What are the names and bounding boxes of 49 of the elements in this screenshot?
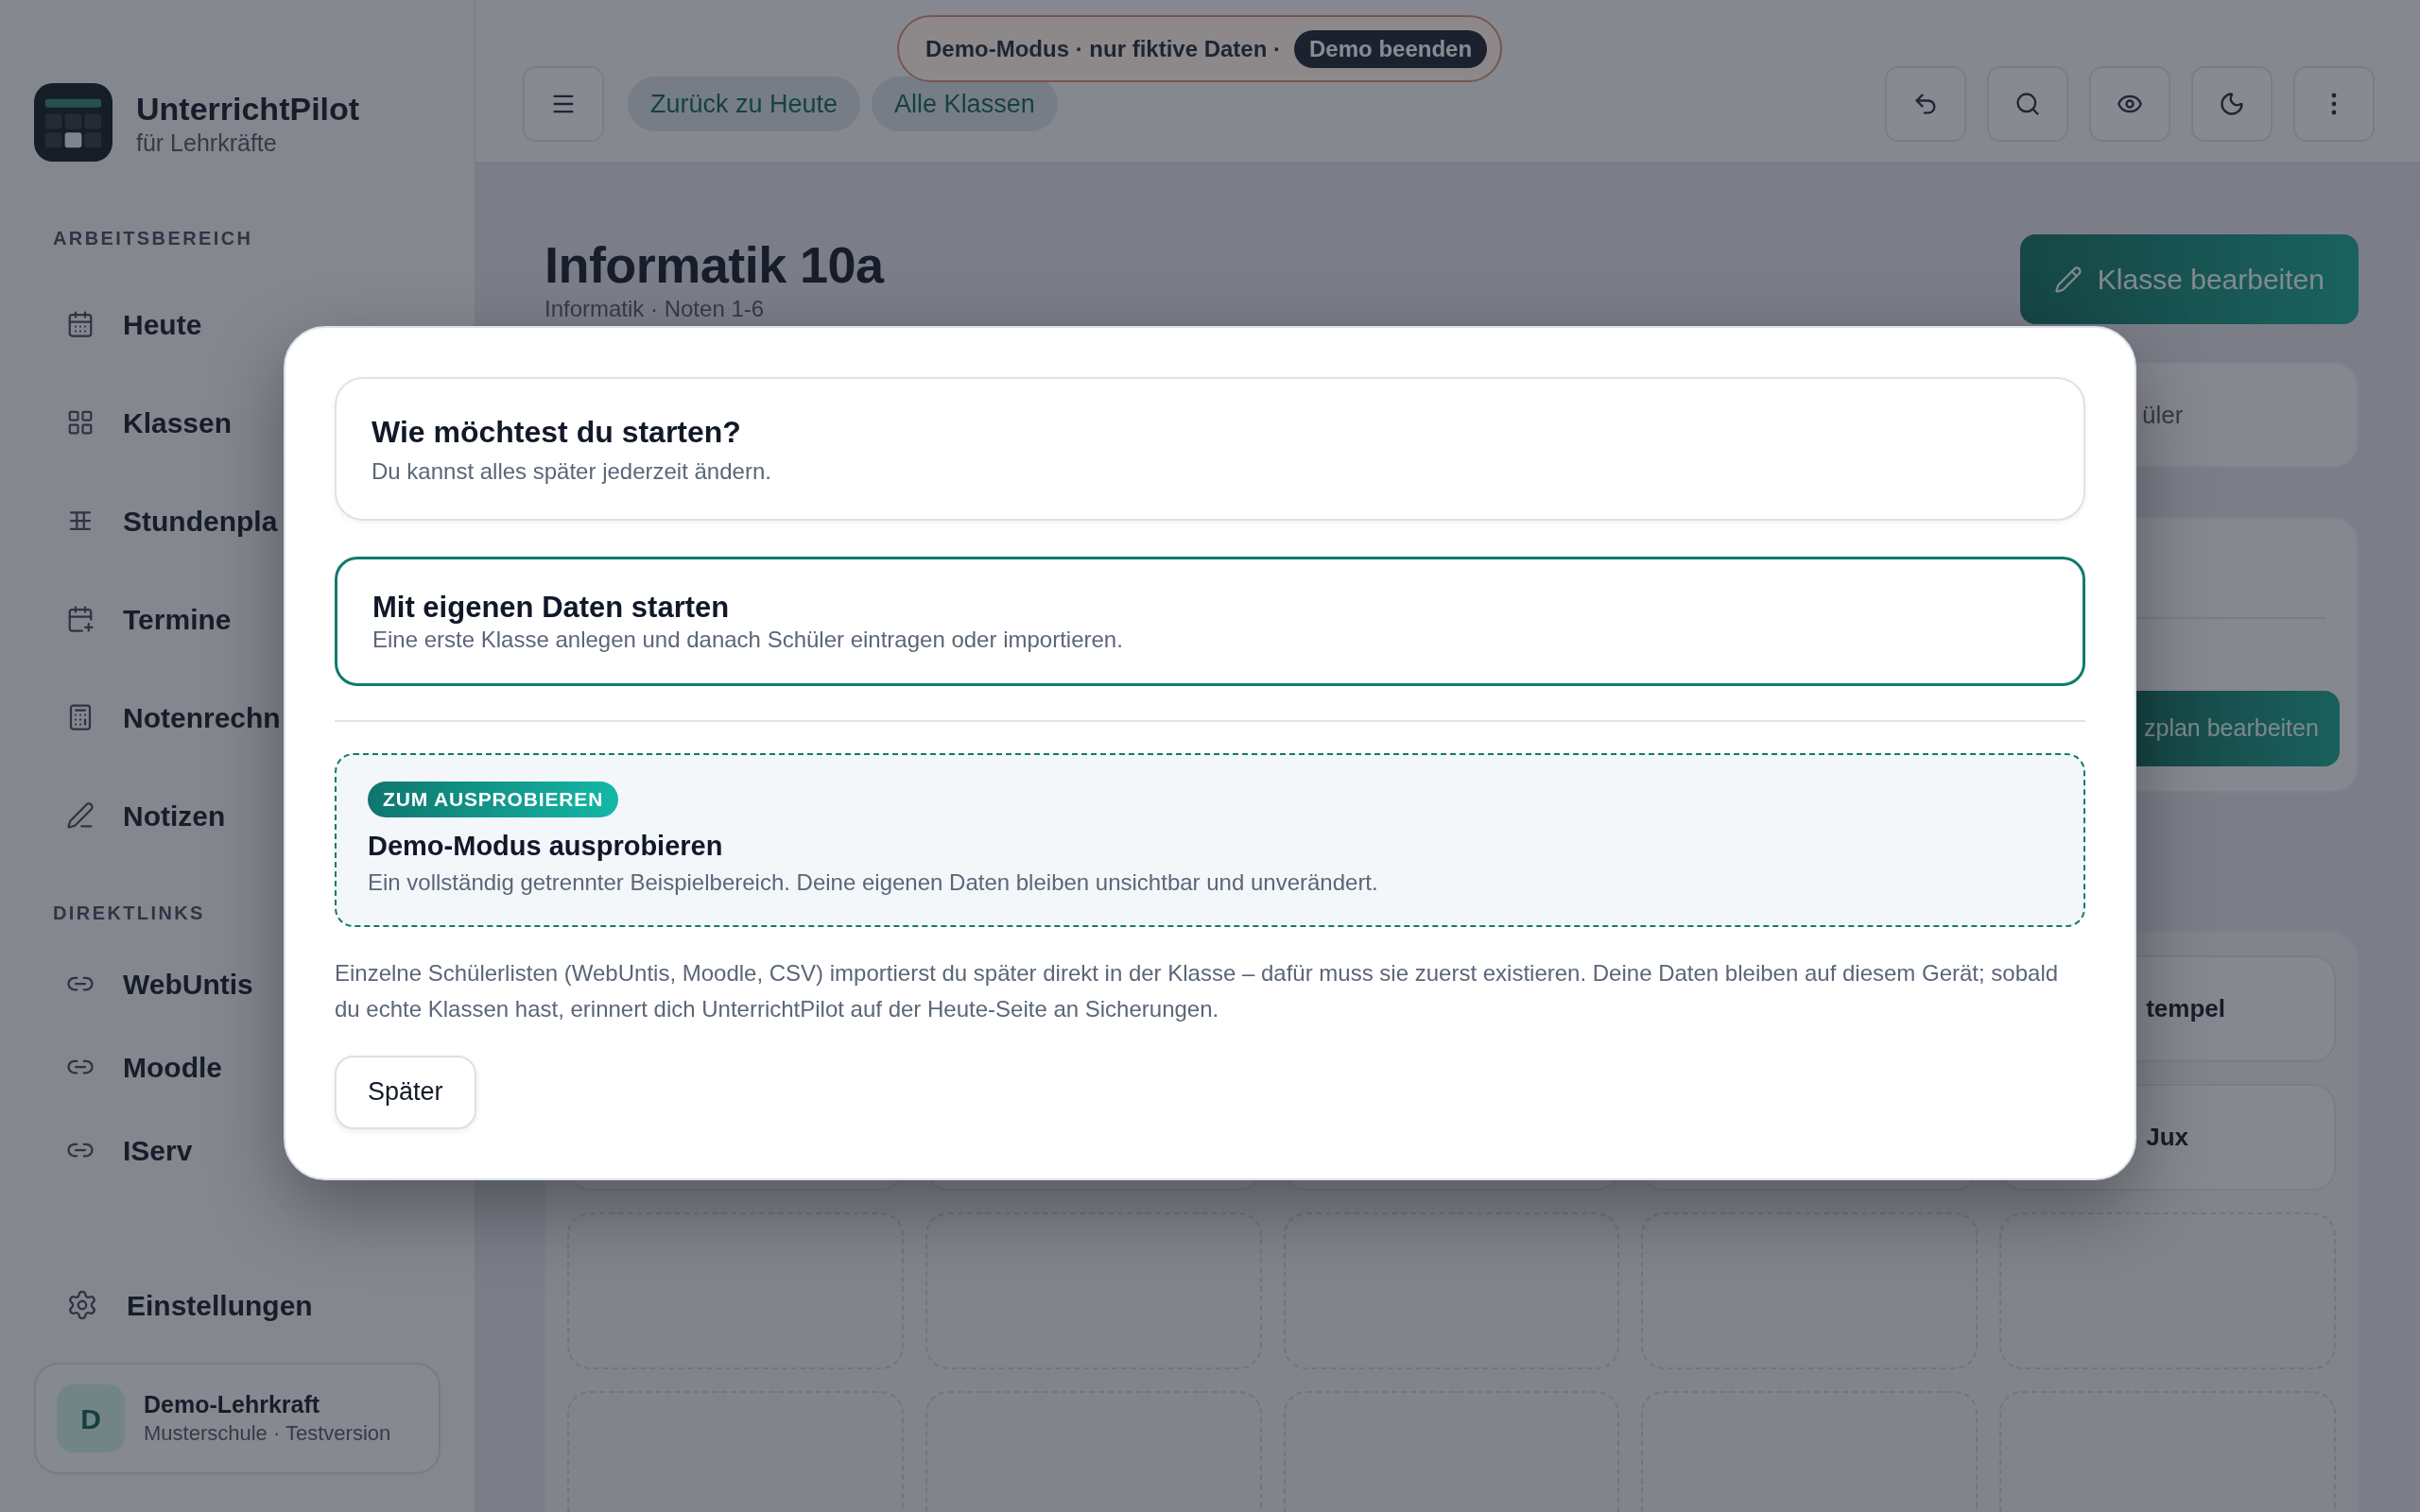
empty-seat-slot[interactable] bbox=[567, 1212, 904, 1369]
end-demo-button[interactable]: Demo beenden bbox=[1294, 29, 1488, 68]
page-title: Informatik 10a bbox=[544, 235, 884, 295]
user-name: Demo-Lehrkraft bbox=[144, 1390, 321, 1419]
settings-item[interactable]: Einstellungen bbox=[34, 1263, 441, 1347]
grid-icon bbox=[66, 408, 95, 437]
section-heading: ARBEITSBEREICH bbox=[52, 228, 254, 249]
search-icon bbox=[2014, 91, 2041, 117]
more-icon bbox=[2331, 93, 2337, 115]
section-heading: DIREKTLINKS bbox=[52, 902, 206, 923]
own-data-option[interactable]: Mit eigenen Daten starten Eine erste Klasse anlegen und danach Schüler eintragen oder importieren. bbox=[335, 557, 2085, 686]
empty-seat-slot[interactable] bbox=[925, 1212, 1262, 1369]
option-description: Ein vollständig getrennter Beispielbereich. Deine eigenen Daten bleiben unsichtbar und unverändert. bbox=[368, 868, 1378, 897]
user-card[interactable]: D Demo-Lehrkraft Musterschule · Testversion bbox=[34, 1363, 441, 1474]
card-text: üler bbox=[2142, 399, 2184, 431]
page-subtitle: Informatik · Noten 1-6 bbox=[544, 295, 766, 323]
empty-seat-slot[interactable] bbox=[1641, 1212, 1979, 1369]
banner-text: Demo-Modus · nur fiktive Daten · bbox=[925, 34, 1282, 63]
moon-icon bbox=[2219, 91, 2245, 117]
calendar-plus-icon bbox=[66, 605, 95, 633]
app-subtitle: für Lehrkräfte bbox=[136, 128, 278, 157]
edit-class-button[interactable]: Klasse bearbeiten bbox=[2019, 234, 2359, 324]
try-badge: ZUM AUSPROBIEREN bbox=[368, 782, 619, 817]
settings-icon bbox=[66, 1289, 98, 1321]
pen-icon bbox=[66, 801, 95, 830]
calendar-icon bbox=[66, 310, 95, 338]
more-button[interactable] bbox=[2293, 66, 2375, 142]
later-button[interactable]: Später bbox=[335, 1055, 476, 1129]
undo-button[interactable] bbox=[1885, 66, 1966, 142]
menu-button[interactable] bbox=[523, 66, 604, 142]
user-detail: Musterschule · Testversion bbox=[144, 1420, 391, 1447]
app-name: UnterrichtPilot bbox=[136, 89, 360, 129]
option-title: Mit eigenen Daten starten bbox=[372, 589, 731, 626]
nav-pill[interactable]: Zurück zu Heute bbox=[628, 77, 861, 131]
sidebar-item[interactable]: Heute bbox=[34, 275, 441, 373]
nav-pill[interactable]: Alle Klassen bbox=[872, 77, 1058, 131]
demo-option[interactable]: ZUM AUSPROBIEREN Demo-Modus ausprobieren Ein vollständig getrennter Beispielbereich. Deine eigenen Daten bleiben unsichtbar und unverändert. bbox=[335, 753, 2085, 927]
preview-button[interactable] bbox=[2089, 66, 2170, 142]
search-button[interactable] bbox=[1987, 66, 2068, 142]
user-avatar: D bbox=[57, 1384, 125, 1452]
empty-seat-slot[interactable] bbox=[1999, 1212, 2336, 1369]
dark-mode-button[interactable] bbox=[2191, 66, 2273, 142]
dialog-title: Wie möchtest du starten? bbox=[372, 414, 742, 451]
option-description: Eine erste Klasse anlegen und danach Schüler eintragen oder importieren. bbox=[372, 625, 1124, 654]
dialog-subtitle: Du kannst alles später jederzeit ändern. bbox=[372, 457, 772, 486]
app-logo-icon bbox=[34, 83, 112, 162]
option-title: Demo-Modus ausprobieren bbox=[368, 829, 723, 863]
pencil-icon bbox=[2053, 265, 2083, 294]
empty-seat-slot[interactable] bbox=[1283, 1212, 1620, 1369]
